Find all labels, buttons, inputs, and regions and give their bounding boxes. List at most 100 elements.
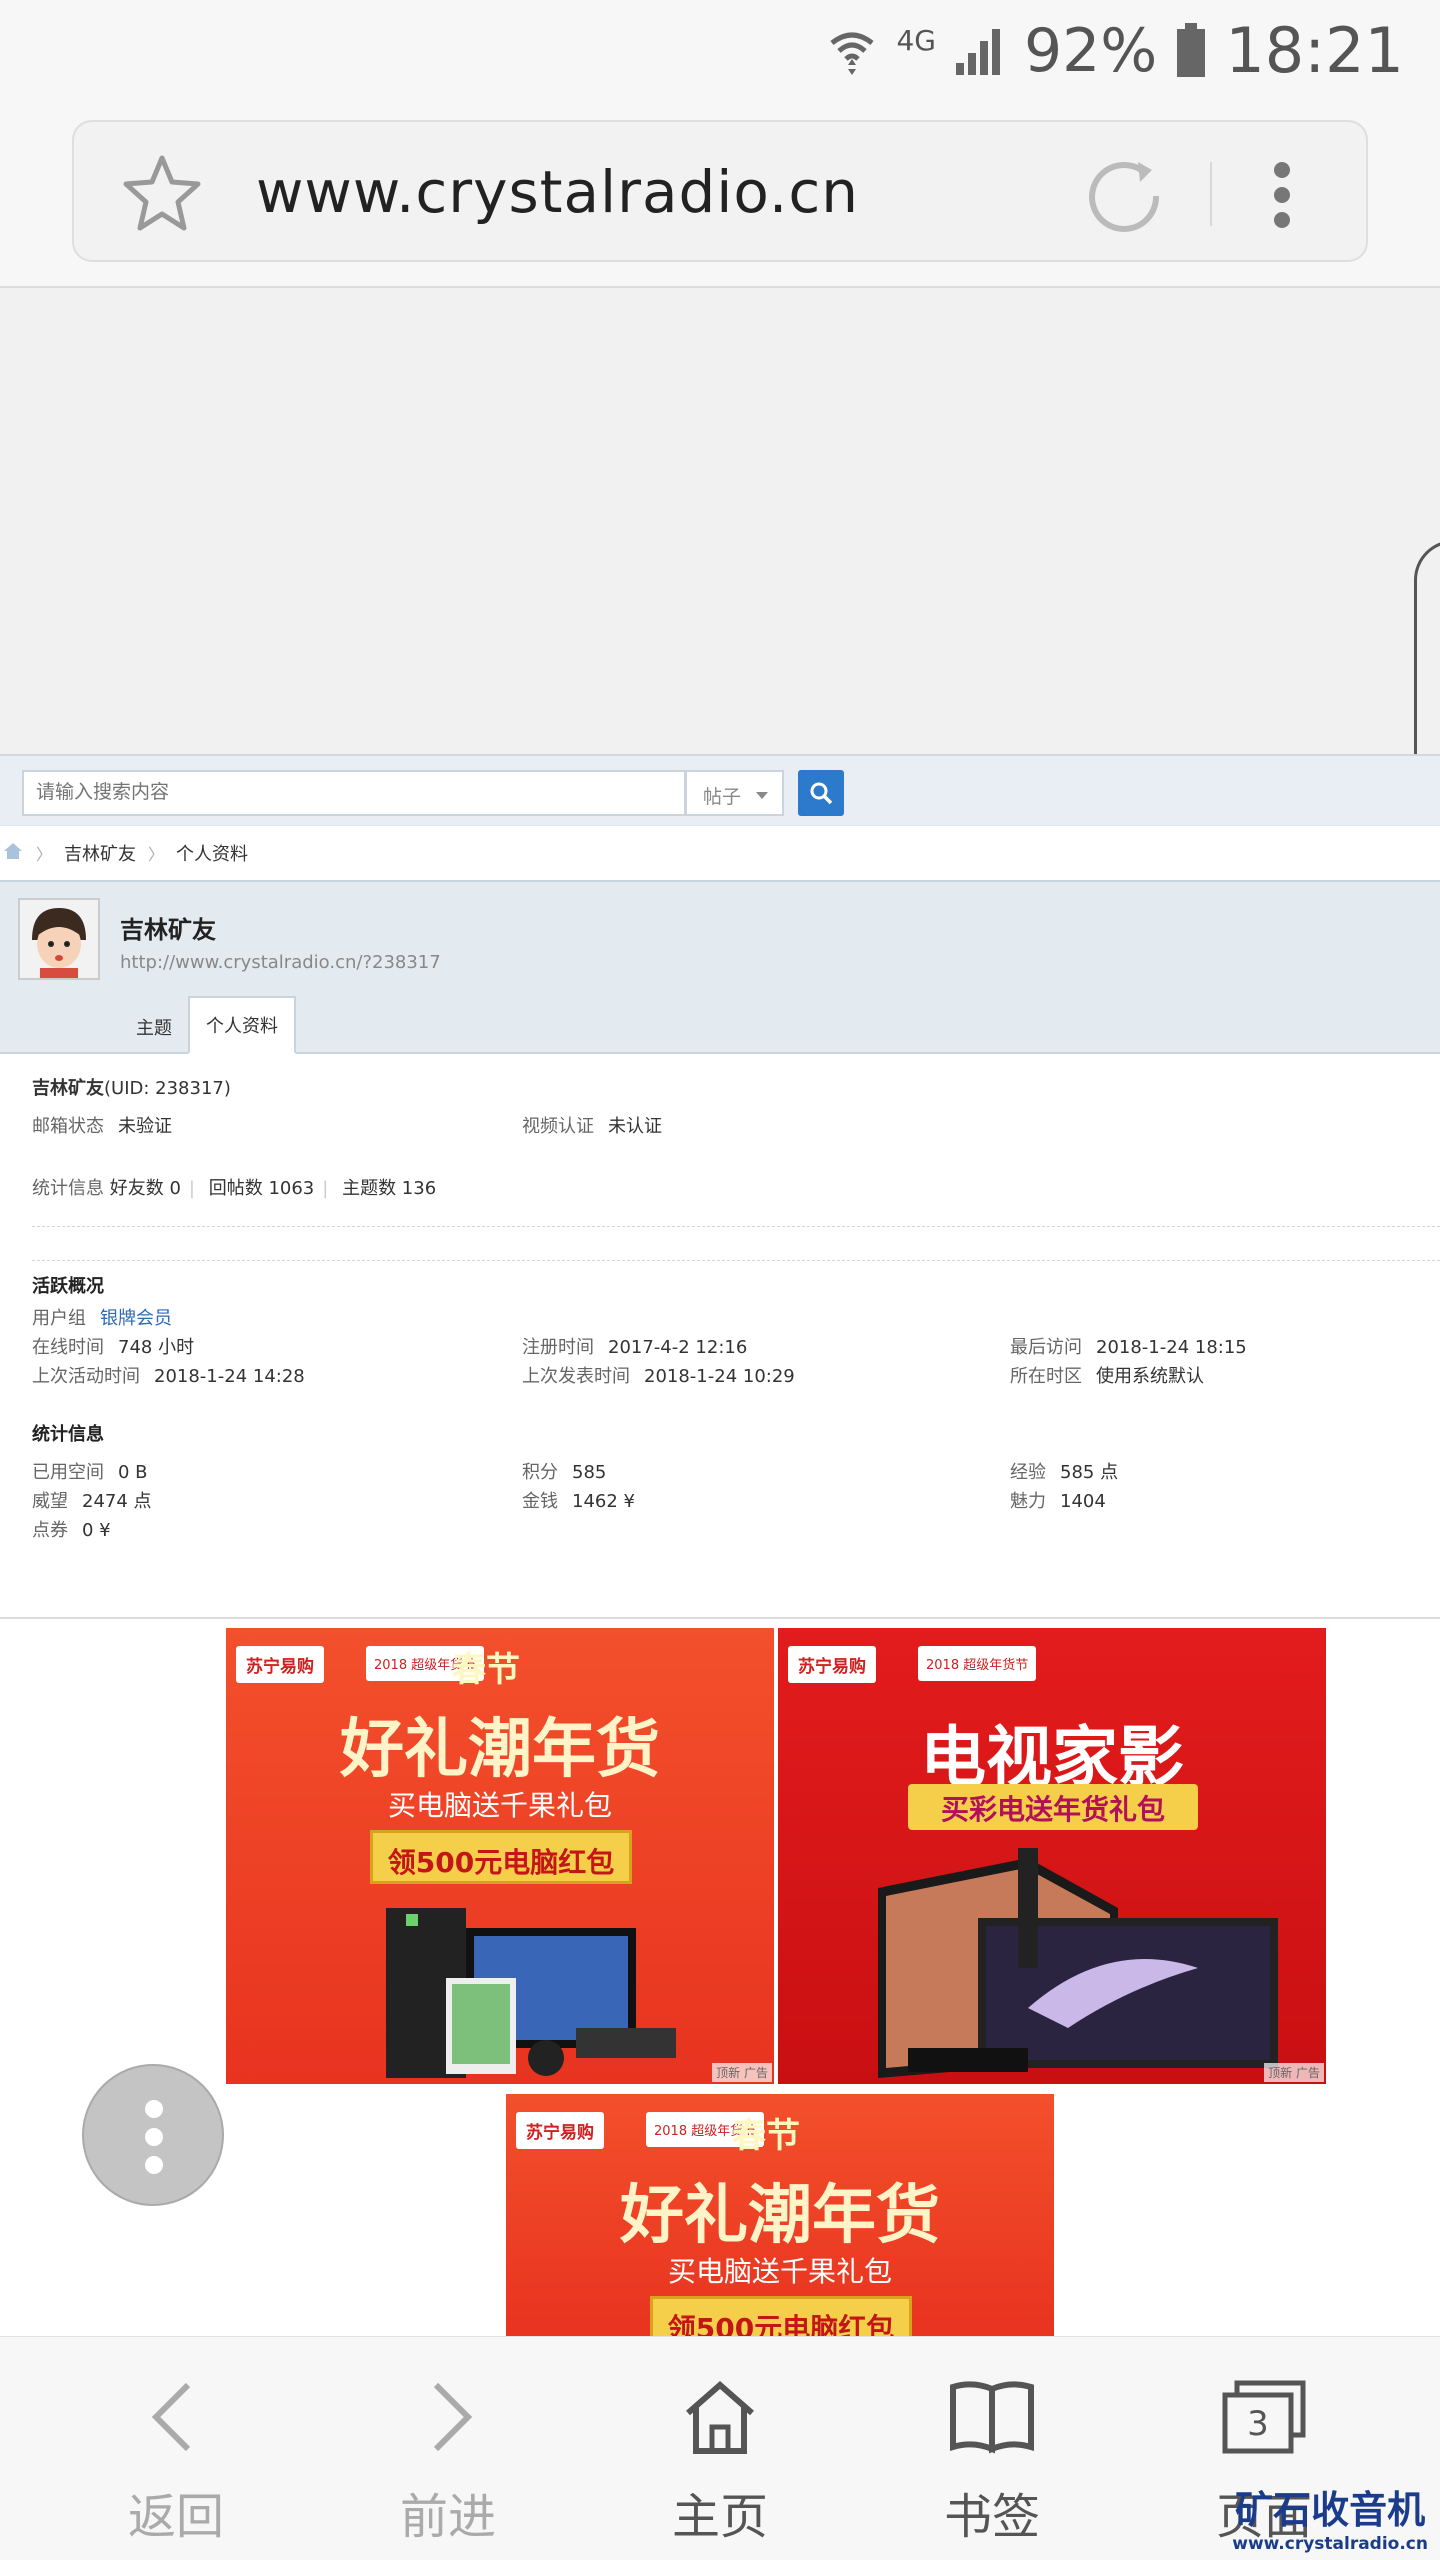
breadcrumb: 〉 吉林矿友 〉 个人资料 <box>0 826 1440 882</box>
email-label: 邮箱状态 <box>32 1116 104 1137</box>
tz-value: 使用系统默认 <box>1096 1366 1204 1387</box>
search-button[interactable] <box>798 770 844 816</box>
url-divider <box>1210 162 1212 226</box>
back-arrow-icon <box>151 2382 191 2452</box>
space-label: 已用空间 <box>32 1462 104 1483</box>
nav-forward-label: 前进 <box>399 2489 496 2545</box>
ad-headline: 好礼潮年货 <box>340 1713 660 1787</box>
points: 积分 585 <box>522 1458 606 1484</box>
charm-label: 魅力 <box>1010 1491 1046 1512</box>
profile-name: 吉林矿友 <box>120 916 216 944</box>
profile-tabs: 主题 个人资料 <box>120 996 296 1054</box>
site-watermark: 矿石收音机 www.crystalradio.cn <box>1232 2479 1428 2554</box>
bottom-nav: 返回 前进 主页 书签 3 页面 矿石收音机 www.crystalradio.… <box>0 2336 1440 2560</box>
last-post-value: 2018-1-24 10:29 <box>644 1366 795 1387</box>
coupon-label: 点券 <box>32 1520 68 1541</box>
home-icon <box>686 2381 754 2454</box>
profile-header: 吉林矿友 http://www.crystalradio.cn/?238317 … <box>0 882 1440 1054</box>
pages-count: 3 <box>1247 2404 1269 2444</box>
forward-arrow-icon <box>433 2382 473 2452</box>
points-value: 585 <box>572 1462 607 1483</box>
tab-topics[interactable]: 主题 <box>120 1000 188 1054</box>
nav-back-label: 返回 <box>127 2489 224 2545</box>
topics-count[interactable]: 主题数 136 <box>342 1178 436 1199</box>
breadcrumb-profile[interactable]: 个人资料 <box>176 840 248 866</box>
activity-title: 活跃概况 <box>32 1276 104 1297</box>
battery-percent: 92% <box>1023 15 1158 86</box>
stats-title: 统计信息 <box>32 1424 104 1445</box>
search-type-label: 帖子 <box>703 786 742 808</box>
web-page: 帖子 〉 吉林矿友 〉 个人资料 吉林矿友 http:// <box>0 754 1440 2336</box>
stats-label: 统计信息 <box>32 1178 104 1199</box>
reg-value: 2017-4-2 12:16 <box>608 1337 748 1358</box>
ad-banner-tv[interactable]: 苏宁易购 2018 超级年货节 电视家影 买彩电送年货礼包 顶新 广告 <box>778 1628 1326 2084</box>
ad-logo: 苏宁易购 <box>516 2112 604 2149</box>
last-active-label: 上次活动时间 <box>32 1366 140 1387</box>
last-post: 上次发表时间 2018-1-24 10:29 <box>522 1362 795 1388</box>
more-menu-icon[interactable] <box>1272 160 1292 234</box>
search-bar: 帖子 <box>0 754 1440 826</box>
tabs-pages-icon: 3 <box>1222 2380 1306 2454</box>
ad-event-logo: 2018 超级年货节 <box>918 1646 1037 1681</box>
replies-count[interactable]: 回帖数 1063 <box>209 1178 315 1199</box>
nav-bookmarks[interactable]: 书签 <box>892 2377 1092 2547</box>
search-input[interactable] <box>22 770 686 816</box>
last-active: 上次活动时间 2018-1-24 14:28 <box>32 1362 305 1388</box>
profile-url[interactable]: http://www.crystalradio.cn/?238317 <box>120 952 441 973</box>
breadcrumb-separator: 〉 <box>36 845 53 864</box>
blank-ad-area <box>0 288 1440 754</box>
floating-menu-button[interactable] <box>82 2064 224 2206</box>
video-value: 未认证 <box>608 1116 662 1137</box>
video-label: 视频认证 <box>522 1116 594 1137</box>
email-status: 邮箱状态 未验证 <box>32 1112 172 1138</box>
dot <box>145 2156 163 2174</box>
ad-label: 顶新 广告 <box>1264 2063 1324 2082</box>
friends-count[interactable]: 好友数 0 <box>110 1178 181 1199</box>
dashed-divider <box>32 1260 1440 1261</box>
ad-top-text: 春节 <box>452 1650 520 1690</box>
money-value: 1462 ¥ <box>572 1491 635 1512</box>
group-value[interactable]: 银牌会员 <box>100 1308 172 1329</box>
register-time: 注册时间 2017-4-2 12:16 <box>522 1333 747 1359</box>
last-post-label: 上次发表时间 <box>522 1366 630 1387</box>
avatar[interactable] <box>18 898 100 980</box>
reload-icon[interactable] <box>1086 156 1166 240</box>
online-time: 在线时间 748 小时 <box>32 1333 194 1359</box>
dot <box>145 2100 163 2118</box>
video-status: 视频认证 未认证 <box>522 1112 662 1138</box>
money: 金钱 1462 ¥ <box>522 1487 635 1513</box>
money-label: 金钱 <box>522 1491 558 1512</box>
dot <box>145 2128 163 2146</box>
coupons: 点券 0 ¥ <box>32 1516 111 1542</box>
email-value: 未验证 <box>118 1116 172 1137</box>
prestige: 威望 2474 点 <box>32 1487 152 1513</box>
bookmarks-book-icon <box>950 2381 1034 2454</box>
nav-home-label: 主页 <box>671 2489 768 2545</box>
ad-banner-pc-2[interactable]: 苏宁易购 2018 超级年货节 春节 好礼潮年货 买电脑送千果礼包 领500元电… <box>506 2094 1054 2336</box>
nav-forward[interactable]: 前进 <box>348 2377 548 2547</box>
url-text[interactable]: www.crystalradio.cn <box>256 158 859 226</box>
ad-banner-pc[interactable]: 苏宁易购 2018 超级年货节 春节 好礼潮年货 买电脑送千果礼包 领500元电… <box>226 1628 774 2084</box>
home-icon[interactable] <box>2 841 24 866</box>
ad-top-text: 春节 <box>732 2116 800 2156</box>
space-value: 0 B <box>118 1462 148 1483</box>
tz-label: 所在时区 <box>1010 1366 1082 1387</box>
tab-profile[interactable]: 个人资料 <box>188 996 296 1054</box>
nav-back[interactable]: 返回 <box>76 2377 276 2547</box>
breadcrumb-user[interactable]: 吉林矿友 <box>64 840 136 866</box>
user-name: 吉林矿友 <box>32 1078 104 1099</box>
bookmark-star-icon[interactable] <box>122 152 202 236</box>
ad-subline: 买电脑送千果礼包 <box>667 2255 892 2288</box>
timezone: 所在时区 使用系统默认 <box>1010 1362 1204 1388</box>
last-visit-label: 最后访问 <box>1010 1337 1082 1358</box>
network-type: 4G <box>896 24 936 57</box>
ad-subline: 买电脑送千果礼包 <box>387 1789 612 1822</box>
online-value: 748 小时 <box>118 1337 195 1358</box>
exp-value: 585 点 <box>1060 1462 1119 1483</box>
ad-subline: 买彩电送年货礼包 <box>908 1784 1198 1830</box>
nav-home[interactable]: 主页 <box>620 2377 820 2547</box>
search-type-select[interactable]: 帖子 <box>686 770 784 816</box>
battery-icon <box>1175 22 1207 79</box>
url-bar[interactable]: www.crystalradio.cn <box>72 120 1368 262</box>
status-bar: 4G 92% 18:21 <box>0 0 1440 100</box>
